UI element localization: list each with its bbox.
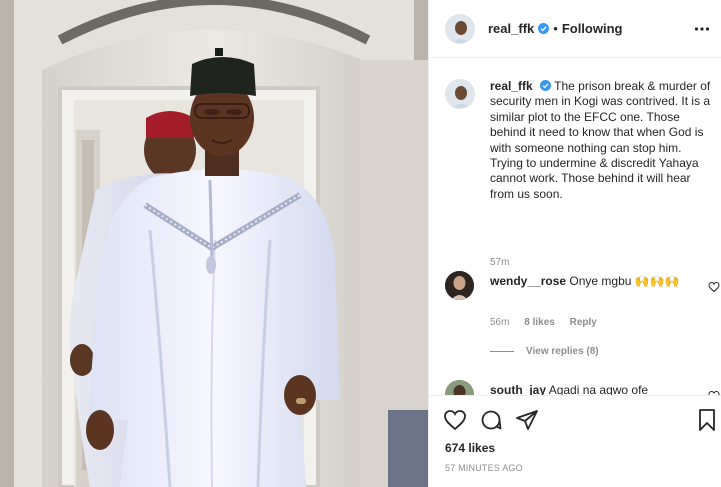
comments-section[interactable]: real_ffk The prison break & murder of se… [429,59,721,395]
view-replies-divider [490,351,514,352]
comment-timestamp[interactable]: 56m [490,317,509,328]
comment-like-heart-icon[interactable] [708,281,720,293]
likes-count[interactable]: 674 likes [445,441,495,455]
comment-text: Agadi na agwo ofe [548,383,649,395]
caption-text-block: real_ffk The prison break & murder of se… [490,79,715,202]
post-side-panel: real_ffk • Following real_ffk The prison… [428,0,721,487]
comment-text-block: wendy__rose Onye mgbu 🙌🙌🙌 [490,273,690,289]
verified-badge-icon [540,80,552,91]
caption-text: The prison break & murder of security me… [490,79,711,201]
comment-likes-count[interactable]: 8 likes [524,317,555,328]
caption-username[interactable]: real_ffk [490,79,533,93]
author-username[interactable]: real_ffk [488,21,534,36]
commenter-avatar[interactable] [445,380,474,395]
post-actions-bar: 674 likes 57 MINUTES AGO [429,395,721,487]
commenter-username[interactable]: wendy__rose [490,274,566,288]
post-photo[interactable] [0,0,428,487]
bookmark-icon[interactable] [695,408,719,432]
following-button[interactable]: Following [562,21,623,36]
header-separator: • [553,21,558,36]
comment-text-block: south_jay Agadi na agwo ofe [490,382,690,395]
post-timestamp[interactable]: 57 MINUTES AGO [445,463,523,473]
comment-icon[interactable] [479,408,503,432]
author-avatar[interactable] [445,13,475,44]
post-photo-image [0,0,428,487]
comment-meta: 56m 8 likes Reply [490,317,609,328]
more-options-icon[interactable] [694,21,710,37]
commenter-avatar[interactable] [445,271,474,300]
comment-text: Onye mgbu 🙌🙌🙌 [569,274,680,288]
caption-author-avatar[interactable] [445,79,475,109]
verified-badge-icon [538,23,550,34]
heart-icon[interactable] [443,408,467,432]
caption-timestamp[interactable]: 57m [490,257,509,268]
reply-button[interactable]: Reply [570,317,597,328]
post-header: real_ffk • Following [429,0,721,58]
commenter-username[interactable]: south_jay [490,383,546,395]
view-replies-label: View replies (8) [526,346,599,357]
paper-plane-icon[interactable] [515,408,539,432]
view-replies-button[interactable]: View replies (8) [490,346,599,357]
